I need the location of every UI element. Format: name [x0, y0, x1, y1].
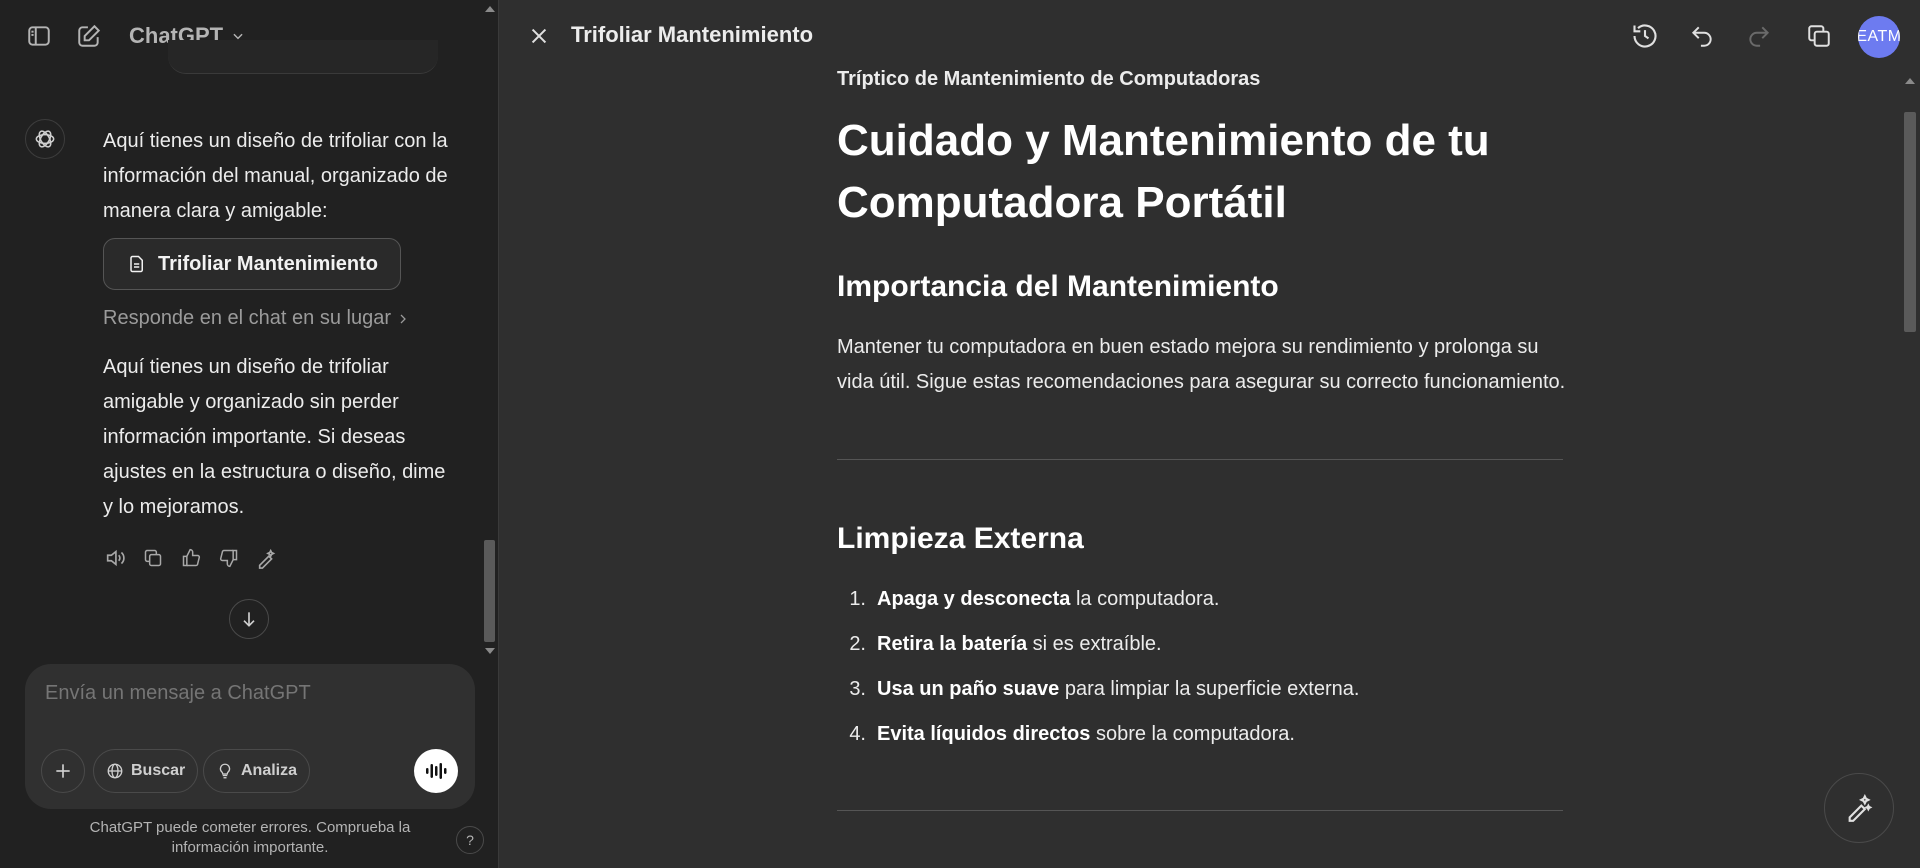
assistant-message-outro: Aquí tienes un diseño de trifoliar amiga… — [103, 356, 446, 518]
section-title-importance: Importancia del Mantenimiento — [837, 270, 1279, 303]
attach-button[interactable] — [41, 749, 85, 793]
section-text-importance: Mantener tu computadora en buen estado m… — [837, 336, 1566, 393]
chevron-right-icon — [400, 314, 406, 323]
history-icon — [1633, 24, 1657, 48]
suggest-edits-button[interactable] — [1824, 773, 1894, 843]
sidebar-toggle-button[interactable] — [21, 18, 57, 54]
plus-icon — [56, 764, 70, 778]
list-item-bold: Retira la batería — [877, 633, 1028, 655]
list-item-text: si es extraíble. — [1027, 633, 1162, 655]
canvas-scrollbar[interactable] — [1900, 72, 1920, 868]
message-composer: Buscar Analiza — [25, 664, 475, 809]
redo-button[interactable] — [1739, 16, 1779, 56]
message-input[interactable] — [45, 682, 445, 705]
search-button-label: Buscar — [131, 762, 186, 779]
copy-button[interactable] — [141, 544, 165, 572]
help-label: ? — [466, 832, 474, 848]
close-icon — [531, 28, 547, 44]
redo-icon — [1749, 26, 1770, 47]
copy-icon — [1808, 25, 1830, 47]
analyze-button-label: Analiza — [241, 762, 298, 779]
read-aloud-button[interactable] — [103, 544, 127, 572]
undo-icon — [1691, 26, 1712, 47]
magic-pen-icon — [1848, 794, 1873, 822]
list-number: 3. — [849, 678, 866, 700]
list-number: 4. — [849, 723, 866, 745]
thumbs-up-button[interactable] — [179, 544, 203, 572]
thumbs-down-icon — [219, 549, 238, 568]
list-item: 4. Evita líquidos directos sobre la compu… — [837, 717, 1359, 762]
arrow-down-icon — [243, 612, 255, 627]
chat-scrollbar[interactable] — [481, 0, 498, 660]
waveform-icon — [426, 763, 447, 779]
search-button[interactable]: Buscar — [93, 749, 199, 793]
thumbs-up-icon — [182, 548, 201, 567]
section-title-cleaning: Limpieza Externa — [837, 522, 1084, 555]
list-item-text: la computadora. — [1070, 588, 1220, 610]
list-item-bold: Usa un paño suave — [877, 678, 1060, 700]
copy-icon — [144, 549, 162, 567]
user-avatar-initials: EATM — [1858, 28, 1900, 45]
magic-pen-icon — [258, 548, 276, 569]
cleaning-steps-list: 1. Apaga y desconecta la computadora. 2. R… — [837, 582, 1359, 762]
globe-icon — [107, 763, 123, 779]
document-chip-label: Trifoliar Mantenimiento — [158, 252, 379, 275]
list-number: 2. — [849, 633, 866, 655]
assistant-avatar — [25, 119, 65, 159]
message-actions — [103, 544, 279, 572]
canvas-title: Trifoliar Mantenimiento — [571, 22, 814, 47]
disclaimer-text: ChatGPT puede cometer errores. Comprueba… — [89, 819, 411, 856]
list-number: 1. — [849, 588, 866, 610]
scroll-down-button[interactable] — [229, 599, 269, 639]
sidebar-icon — [28, 26, 50, 46]
reply-in-chat-link[interactable]: Responde en el chat en su lugar — [103, 307, 409, 330]
scroll-up-arrow-icon[interactable] — [485, 6, 495, 12]
section-divider — [837, 810, 1563, 811]
canvas-panel: Trifoliar Mantenimiento EATM Tríptico de… — [500, 0, 1920, 868]
reply-in-chat-label: Responde en el chat en su lugar — [103, 307, 391, 329]
thumbs-down-button[interactable] — [217, 544, 241, 572]
list-item: 2. Retira la batería si es extraíble. — [837, 627, 1359, 672]
scrollbar-thumb[interactable] — [484, 540, 495, 642]
version-history-button[interactable] — [1625, 16, 1665, 56]
list-item-text: sobre la computadora. — [1090, 723, 1295, 745]
edit-in-canvas-button[interactable] — [255, 544, 279, 572]
help-button[interactable]: ? — [456, 826, 484, 854]
document-heading: Cuidado y Mantenimiento de tu Computador… — [837, 116, 1490, 227]
scroll-down-arrow-icon[interactable] — [485, 648, 495, 654]
new-chat-button[interactable] — [71, 18, 107, 54]
undo-button[interactable] — [1682, 16, 1722, 56]
lightbulb-icon — [219, 763, 231, 779]
list-item-bold: Apaga y desconecta — [877, 588, 1071, 610]
openai-logo-icon — [35, 130, 55, 148]
document-icon — [130, 255, 143, 273]
list-item-text: para limpiar la superficie externa. — [1059, 678, 1360, 700]
section-divider — [837, 459, 1563, 460]
copy-document-button[interactable] — [1799, 16, 1839, 56]
list-item-bold: Evita líquidos directos — [877, 723, 1091, 745]
voice-mode-button[interactable] — [414, 749, 458, 793]
close-canvas-button[interactable] — [521, 18, 557, 54]
chat-panel: ChatGPT Aquí tienes un diseño de trifoli… — [0, 0, 499, 868]
edit-icon — [78, 24, 101, 47]
assistant-message-intro: Aquí tienes un diseño de trifoliar con l… — [103, 130, 448, 222]
document-chip[interactable]: Trifoliar Mantenimiento — [103, 238, 401, 290]
analyze-button[interactable]: Analiza — [203, 749, 311, 793]
list-item: 1. Apaga y desconecta la computadora. — [837, 582, 1359, 627]
document-subtitle: Tríptico de Mantenimiento de Computadora… — [837, 68, 1261, 90]
scrollbar-thumb[interactable] — [1904, 112, 1916, 332]
scroll-up-arrow-icon[interactable] — [1905, 78, 1915, 84]
list-item: 3. Usa un paño suave para limpiar la supe… — [837, 672, 1359, 717]
speaker-icon — [106, 549, 125, 567]
user-avatar[interactable]: EATM — [1858, 16, 1900, 58]
previous-user-message — [168, 40, 438, 74]
